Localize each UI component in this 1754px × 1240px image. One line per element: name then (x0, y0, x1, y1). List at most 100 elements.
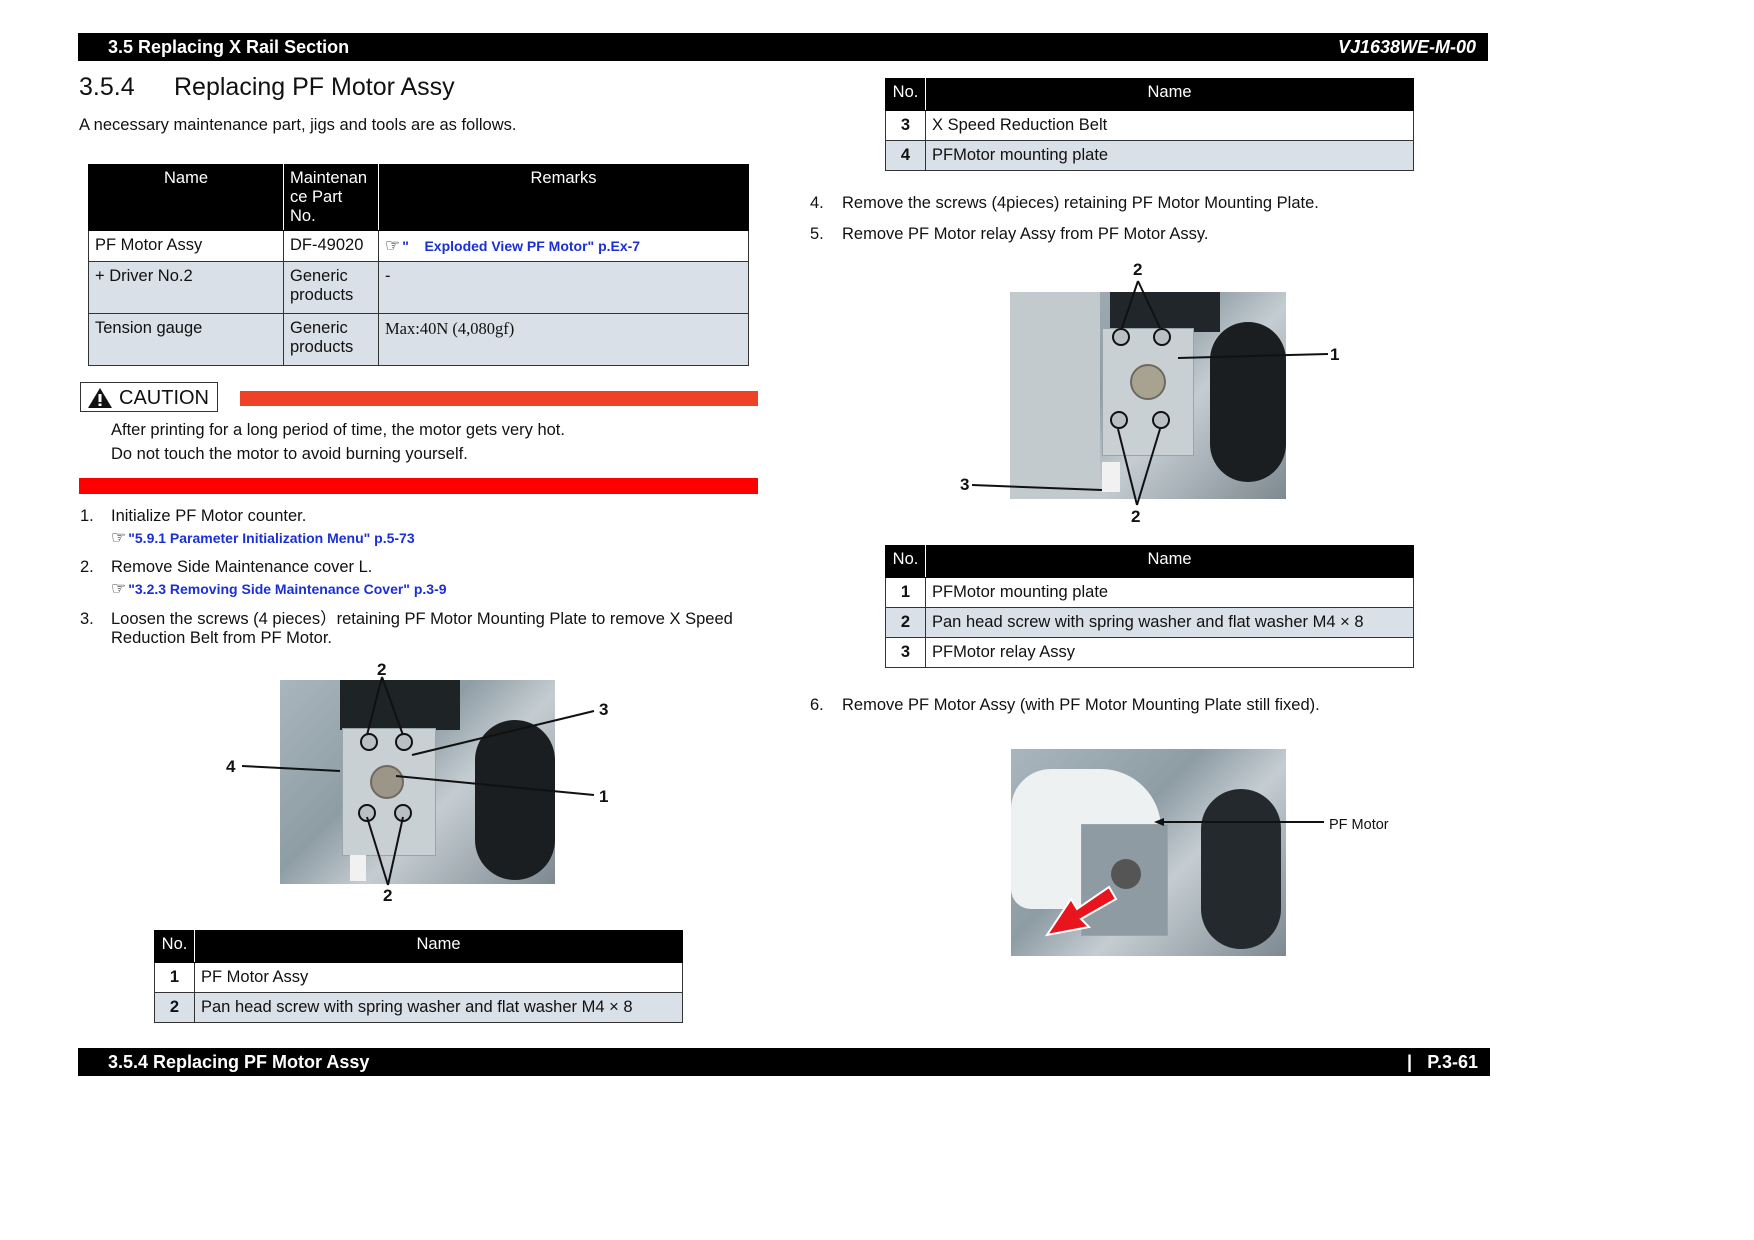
caution-bottom-bar (79, 478, 758, 494)
step-1-ref: ☞ "5.9.1 Parameter Initialization Menu" p… (111, 528, 415, 548)
cell-remarks: Max:40N (4,080gf) (378, 313, 749, 366)
cell-name: Tension gauge (88, 313, 284, 366)
table-row: PF Motor Assy DF-49020 ☞ " Exploded View … (88, 230, 749, 262)
pointing-hand-icon: ☞ (385, 236, 401, 255)
col-header-remarks: Remarks (378, 164, 749, 231)
cell-name: Pan head screw with spring washer and fl… (925, 607, 1414, 638)
col-header-part-no: Maintenan ce Part No. (283, 164, 379, 231)
step-3-num: 3. (80, 610, 94, 628)
cell-name: PF Motor Assy (88, 230, 284, 262)
callout-1: 1 (1330, 345, 1340, 364)
cell-no: 1 (154, 962, 195, 993)
callout-3: 3 (960, 475, 970, 494)
cell-remarks: - (378, 261, 749, 314)
cell-no: 2 (885, 607, 926, 638)
cell-part-no: Generic products (283, 313, 379, 366)
footer-separator: | (1406, 1052, 1412, 1072)
col-header-no: No. (154, 930, 195, 963)
step-4-num: 4. (810, 194, 824, 212)
caution-line-1: After printing for a long period of time… (111, 421, 565, 439)
intro-text: A necessary maintenance part, jigs and t… (79, 116, 517, 134)
parameter-init-link[interactable]: "5.9.1 Parameter Initialization Menu" p.… (128, 530, 414, 546)
cell-name: X Speed Reduction Belt (925, 110, 1414, 141)
cell-no: 2 (154, 992, 195, 1023)
caution-label: CAUTION (119, 386, 209, 409)
table-row: 1 PF Motor Assy (154, 962, 683, 993)
caution-line-2: Do not touch the motor to avoid burning … (111, 445, 468, 463)
table-row: 3 PFMotor relay Assy (885, 637, 1414, 668)
page-title: 3.5.4 Replacing PF Motor Assy (79, 73, 455, 102)
parts-table: Name Maintenan ce Part No. Remarks PF Mo… (88, 164, 749, 366)
table-row: Tension gauge Generic products Max:40N (… (88, 313, 749, 366)
step-2-ref: ☞ "3.2.3 Removing Side Maintenance Cover"… (111, 579, 447, 599)
step-5-num: 5. (810, 225, 824, 243)
step-6-text: Remove PF Motor Assy (with PF Motor Moun… (842, 696, 1320, 714)
cell-name: PFMotor mounting plate (925, 140, 1414, 171)
col-header-name: Name (925, 545, 1414, 578)
callout-2-top: 2 (377, 660, 387, 679)
callout-3: 3 (599, 700, 609, 719)
parts-legend-table-1: No. Name 1 PF Motor Assy 2 Pan head screw w… (154, 930, 683, 1023)
figure-1: 2 2 4 3 1 (220, 655, 620, 905)
page-number: P.3-61 (1427, 1052, 1478, 1072)
step-2-text: Remove Side Maintenance cover L. (111, 558, 373, 576)
caution-top-bar (240, 391, 758, 406)
pf-motor-leader-line (1154, 818, 1324, 826)
table-row: + Driver No.2 Generic products - (88, 261, 749, 314)
step-4-text: Remove the screws (4pieces) retaining PF… (842, 194, 1319, 212)
table-row: 2 Pan head screw with spring washer and f… (154, 992, 683, 1023)
parts-legend-table-2: No. Name 3X Speed Reduction Belt 4 PFMotor… (885, 78, 1414, 171)
cell-no: 1 (885, 577, 926, 608)
cell-name: PF Motor Assy (194, 962, 683, 993)
cell-name: PFMotor relay Assy (925, 637, 1414, 668)
doc-code: VJ1638WE-M-00 (1337, 37, 1476, 57)
cell-name: PFMotor mounting plate (925, 577, 1414, 608)
col-header-no: No. (885, 78, 926, 111)
table-row: 2 Pan head screw with spring washer and f… (885, 607, 1414, 638)
title-number: 3.5.4 (79, 73, 135, 101)
callout-4: 4 (226, 757, 236, 776)
header-bar: 3.5 Replacing X Rail Section VJ1638WE-M-… (78, 33, 1488, 61)
callout-1: 1 (599, 787, 609, 806)
footer-section: 3.5.4 Replacing PF Motor Assy (108, 1052, 370, 1072)
col-header-name: Name (925, 78, 1414, 111)
step-2-num: 2. (80, 558, 94, 576)
step-3-text: Loosen the screws (4 pieces）retaining PF… (111, 610, 733, 647)
col-header-no: No. (885, 545, 926, 578)
step-6-num: 6. (810, 696, 824, 714)
cell-name: + Driver No.2 (88, 261, 284, 314)
callout-2-top: 2 (1133, 260, 1143, 279)
footer-bar: 3.5.4 Replacing PF Motor Assy | P.3-61 (78, 1048, 1490, 1076)
callout-2-bottom: 2 (383, 886, 393, 905)
table-row: 4 PFMotor mounting plate (885, 140, 1414, 171)
col-header-name: Name (88, 164, 284, 231)
col-header-name: Name (194, 930, 683, 963)
warning-triangle-icon (88, 388, 112, 408)
cell-part-no: Generic products (283, 261, 379, 314)
motor-removal-photo (1011, 749, 1286, 956)
cell-no: 3 (885, 637, 926, 668)
side-cover-link[interactable]: "3.2.3 Removing Side Maintenance Cover" … (128, 581, 446, 597)
cell-no: 3 (885, 110, 926, 141)
parts-legend-table-3: No. Name 1 PFMotor mounting plate 2 Pan hea… (885, 545, 1414, 668)
cell-part-no: DF-49020 (283, 230, 379, 262)
step-1-text: Initialize PF Motor counter. (111, 507, 307, 525)
step-1-num: 1. (80, 507, 94, 525)
exploded-view-link[interactable]: " Exploded View PF Motor" p.Ex-7 (402, 238, 640, 254)
callout-2-bottom: 2 (1131, 507, 1141, 526)
pf-motor-label: PF Motor (1329, 817, 1389, 833)
table-row: 3X Speed Reduction Belt (885, 110, 1414, 141)
motor-photo-1 (280, 680, 555, 884)
table-row: 1 PFMotor mounting plate (885, 577, 1414, 608)
caution-badge: CAUTION (80, 382, 218, 412)
cell-no: 4 (885, 140, 926, 171)
step-5-text: Remove PF Motor relay Assy from PF Motor… (842, 225, 1209, 243)
figure-2: 2 2 1 3 (950, 255, 1350, 530)
cell-remarks: ☞ " Exploded View PF Motor" p.Ex-7 (378, 230, 749, 262)
motor-photo-2 (1010, 292, 1286, 499)
cell-name: Pan head screw with spring washer and fl… (194, 992, 683, 1023)
pointing-hand-icon: ☞ (111, 579, 127, 598)
pointing-hand-icon: ☞ (111, 528, 127, 547)
header-section: 3.5 Replacing X Rail Section (108, 37, 350, 57)
title-text: Replacing PF Motor Assy (174, 73, 455, 101)
